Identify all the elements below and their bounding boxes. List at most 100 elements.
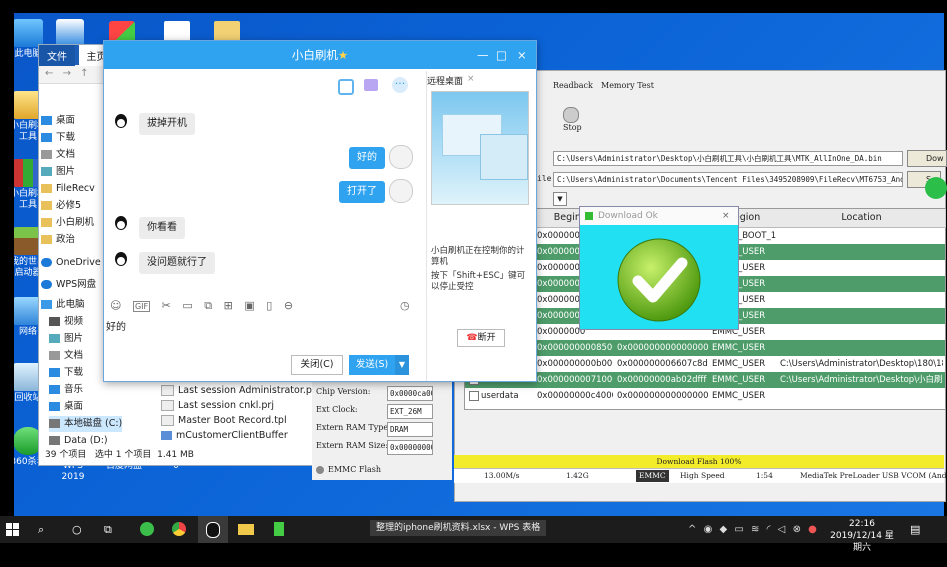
video-call-icon[interactable]	[364, 79, 378, 91]
sidebar-item-desktop-2[interactable]: 桌面	[49, 399, 83, 415]
battery-icon[interactable]: ▭	[734, 524, 743, 535]
ribbon-tab-file[interactable]: 文件	[39, 45, 75, 66]
table-row[interactable]: 0x000000000b000000 0x000000006607c8db EMMC…	[465, 356, 945, 372]
minimize-icon[interactable]: —	[477, 41, 489, 69]
tray-app-icon[interactable]: ●	[808, 524, 817, 535]
file-item[interactable]: Master Boot Record.tpl	[161, 413, 287, 429]
maximize-icon[interactable]: □	[496, 41, 507, 69]
sidebar-item-downloads-2[interactable]: 下载	[49, 365, 83, 381]
up-arrow-icon[interactable]: ↑	[80, 68, 88, 79]
clock-date: 2019/12/14 星期六	[830, 531, 894, 553]
scissors-icon[interactable]: ✂	[162, 299, 171, 312]
message-bubble: 没问题就行了	[139, 252, 215, 274]
desktop-icon	[41, 116, 52, 125]
more-icon[interactable]: ···	[392, 77, 408, 93]
file-icon	[161, 415, 174, 426]
close-chat-button[interactable]: 关闭(C)	[291, 355, 343, 375]
table-row[interactable]: userdata 0x00000000c4000000 0x000000000000…	[465, 388, 945, 404]
cell-location: C:\Users\Administrator\Desktop\180\18	[780, 359, 943, 369]
folder-icon[interactable]: ▭	[182, 299, 192, 312]
screenshot-icon[interactable]: ⧉	[204, 299, 212, 312]
sidebar-item-downloads[interactable]: 下载	[41, 130, 75, 146]
sidebar-item-drive-c[interactable]: 本地磁盘 (C:)	[49, 416, 123, 432]
gif-icon[interactable]: GIF	[132, 301, 151, 312]
tray-app-icon[interactable]: ◆	[720, 524, 728, 535]
status-time: 1:54	[756, 471, 773, 480]
emoji-icon[interactable]: ☺	[110, 299, 121, 312]
flash-tool-taskbar-icon[interactable]	[274, 516, 288, 543]
search-icon[interactable]: ⌕	[38, 516, 54, 543]
download-agent-button[interactable]: Dow	[907, 150, 947, 167]
notification-icon[interactable]: ▤	[910, 516, 924, 543]
sidebar-item-this-pc[interactable]: 此电脑	[41, 297, 85, 313]
history-clock-icon[interactable]: ◷	[400, 299, 410, 312]
cell-begin: 0x0000000071000000	[537, 375, 613, 385]
sidebar-item-documents-2[interactable]: 文档	[49, 348, 83, 364]
file-item[interactable]: Last session Administrator.prj	[161, 383, 318, 399]
send-options-chevron-icon[interactable]: ▼	[395, 355, 409, 375]
sidebar-item-videos[interactable]: 视频	[49, 314, 83, 330]
close-icon[interactable]: ×	[722, 207, 730, 225]
tray-app-icon[interactable]: ⊗	[793, 524, 801, 535]
disconnect-button[interactable]: ☎断开	[457, 329, 505, 347]
more-icon[interactable]: ⊖	[284, 299, 293, 312]
sidebar-item-documents[interactable]: 文档	[41, 147, 75, 163]
sidebar-item-filerecv[interactable]: FileRecv	[41, 181, 95, 197]
send-button[interactable]: 发送(S)	[349, 355, 395, 375]
explorer-taskbar-icon[interactable]	[238, 516, 258, 543]
sidebar-item-onedrive[interactable]: OneDrive	[41, 255, 101, 271]
start-windows-icon[interactable]	[6, 516, 20, 543]
chrome-icon[interactable]	[172, 516, 186, 543]
image-icon[interactable]: ▣	[244, 299, 254, 312]
clock[interactable]: 22:16 2019/12/14 星期六	[826, 516, 898, 553]
sidebar-item-bixiu5[interactable]: 必修5	[41, 198, 81, 214]
sidebar-item-desktop[interactable]: 桌面	[41, 113, 75, 129]
document-icon	[41, 150, 52, 159]
sidebar-item-music[interactable]: 音乐	[49, 382, 83, 398]
taskbar-app-icon[interactable]	[140, 516, 154, 543]
table-row[interactable]: 0x0000000071000000 0x00000000ab02dfff EMMC…	[465, 372, 945, 388]
forward-arrow-icon[interactable]: →	[63, 68, 71, 79]
sidebar-item-pictures[interactable]: 图片	[41, 164, 75, 180]
taskbar-tooltip[interactable]: 整理的iphone刷机资料.xlsx - WPS 表格	[370, 520, 547, 536]
tab-readback[interactable]: Readback	[553, 81, 593, 90]
volume-icon[interactable]: ◁	[778, 524, 786, 535]
back-arrow-icon[interactable]: ←	[45, 68, 53, 79]
task-view-icon[interactable]: ⧉	[104, 516, 118, 543]
qq-taskbar-icon[interactable]	[198, 516, 228, 543]
folder-icon	[41, 201, 52, 210]
column-header-location[interactable]: Location	[778, 209, 946, 228]
gift-icon[interactable]: ⊞	[224, 299, 233, 312]
download-agent-path[interactable]: C:\Users\Administrator\Desktop\小白刷机工具\小白…	[553, 151, 903, 166]
table-row[interactable]: 0x0000000008500000 0x0000000000000000 EMMC…	[465, 340, 945, 356]
param-label: Extern RAM Type:	[316, 423, 391, 432]
desktop-icon-remote[interactable]	[56, 19, 84, 47]
cortana-icon[interactable]: ○	[72, 516, 86, 543]
stop-icon[interactable]	[563, 107, 579, 123]
tab-memory-test[interactable]: Memory Test	[601, 81, 654, 90]
chevron-up-icon[interactable]: ^	[688, 524, 696, 535]
chat-title: 小白刷机	[291, 48, 338, 62]
drive-icon	[49, 419, 60, 428]
scatter-file-path[interactable]: C:\Users\Administrator\Documents\Tencent…	[553, 172, 903, 187]
message-bubble: 拔掉开机	[139, 113, 195, 135]
flash-status-bar: 13.00M/s 1.42G EMMC High Speed 1:54 Medi…	[454, 468, 947, 483]
close-icon[interactable]: ×	[467, 74, 475, 84]
phone-icon[interactable]	[338, 79, 354, 95]
sidebar-item-zhengzhi[interactable]: 政治	[41, 232, 75, 248]
file-item[interactable]: Last session cnkl.prj	[161, 398, 274, 414]
sidebar-item-wps-drive[interactable]: WPS网盘	[41, 277, 96, 293]
network-icon[interactable]: ≋	[751, 524, 759, 535]
close-icon[interactable]: ×	[517, 41, 527, 69]
sidebar-item-xiaobai[interactable]: 小白刷机	[41, 215, 94, 231]
phone-icon[interactable]: ▯	[266, 299, 272, 312]
chevron-down-icon[interactable]: ▼	[553, 192, 567, 206]
sidebar-item-pictures-2[interactable]: 图片	[49, 331, 83, 347]
file-item[interactable]: mCustomerClientBuffer	[161, 428, 288, 444]
message-input[interactable]: 好的	[106, 318, 416, 354]
wifi-icon[interactable]: ◜	[767, 524, 771, 535]
qq-tray-icon[interactable]: ◉	[704, 524, 713, 535]
row-checkbox[interactable]	[469, 391, 479, 401]
cell-region: EMMC_USER	[712, 343, 766, 353]
remote-tab-label[interactable]: 远程桌面	[427, 74, 463, 87]
